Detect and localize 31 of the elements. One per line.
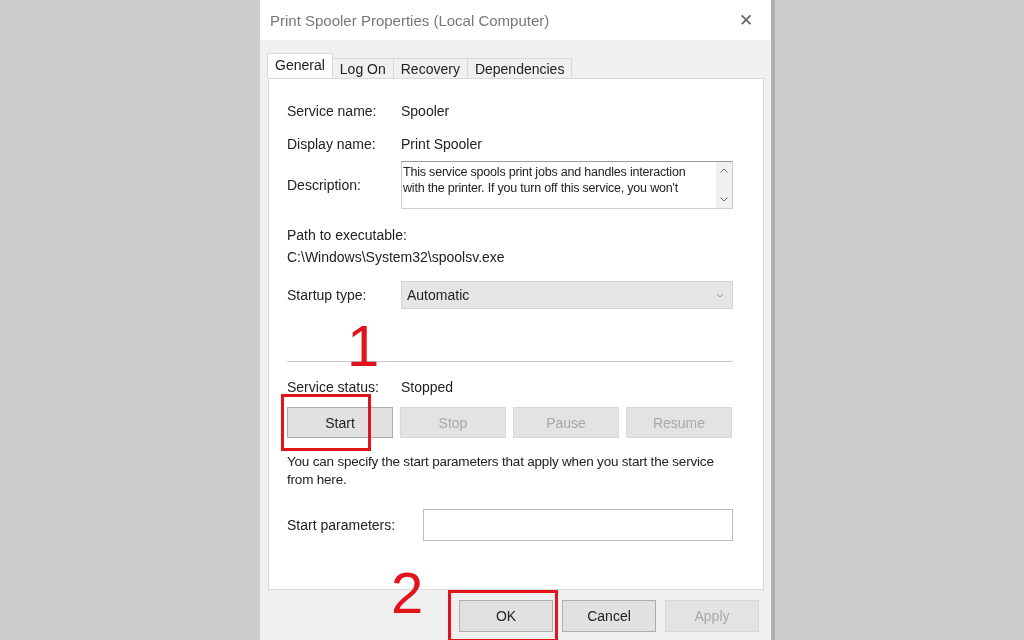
tab[interactable]: General bbox=[267, 53, 333, 78]
description-text: with the printer. If you turn off this service, you won't bbox=[403, 180, 679, 196]
service-button[interactable]: Start bbox=[287, 407, 393, 438]
field-value: Print Spooler bbox=[401, 136, 482, 152]
start-parameters-field[interactable] bbox=[423, 509, 733, 541]
dialog-button[interactable]: Cancel bbox=[562, 600, 656, 632]
window-title: Print Spooler Properties (Local Computer) bbox=[270, 11, 550, 29]
description-text: This service spools print jobs and handles interaction bbox=[403, 164, 687, 180]
startup-type-dropdown[interactable]: Automatic bbox=[401, 281, 733, 309]
step-number: 1 bbox=[347, 317, 380, 375]
close-icon[interactable]: ✕ bbox=[739, 9, 753, 31]
field-label: Path to executable: bbox=[287, 227, 407, 243]
field-label: Service status: bbox=[287, 379, 380, 395]
tab[interactable]: Recovery bbox=[392, 58, 468, 78]
scroll-down-icon[interactable] bbox=[720, 197, 728, 202]
field-label: Description: bbox=[287, 177, 362, 193]
step-number: 2 bbox=[391, 564, 424, 622]
field-value: Spooler bbox=[401, 103, 450, 119]
chevron-down-icon bbox=[716, 292, 724, 298]
dialog-button[interactable]: OK bbox=[459, 600, 553, 632]
scroll-up-icon[interactable] bbox=[720, 168, 728, 173]
field-label: Startup type: bbox=[287, 287, 368, 303]
field-label: Display name: bbox=[287, 136, 377, 152]
field-label: Start parameters: bbox=[287, 517, 397, 533]
description-box[interactable]: This service spools print jobs and handles interaction with the printer. If you turn off this service, you won't bbox=[401, 161, 733, 209]
field-value: C:\Windows\System32\spoolsv.exe bbox=[287, 249, 505, 265]
field-label: Service name: bbox=[287, 103, 378, 119]
tab[interactable]: Log On bbox=[331, 58, 394, 78]
field-value: Stopped bbox=[401, 379, 454, 395]
hint-text: You can specify the start parameters that apply when you start the service from here. bbox=[287, 453, 715, 489]
tab[interactable]: Dependencies bbox=[466, 58, 573, 78]
